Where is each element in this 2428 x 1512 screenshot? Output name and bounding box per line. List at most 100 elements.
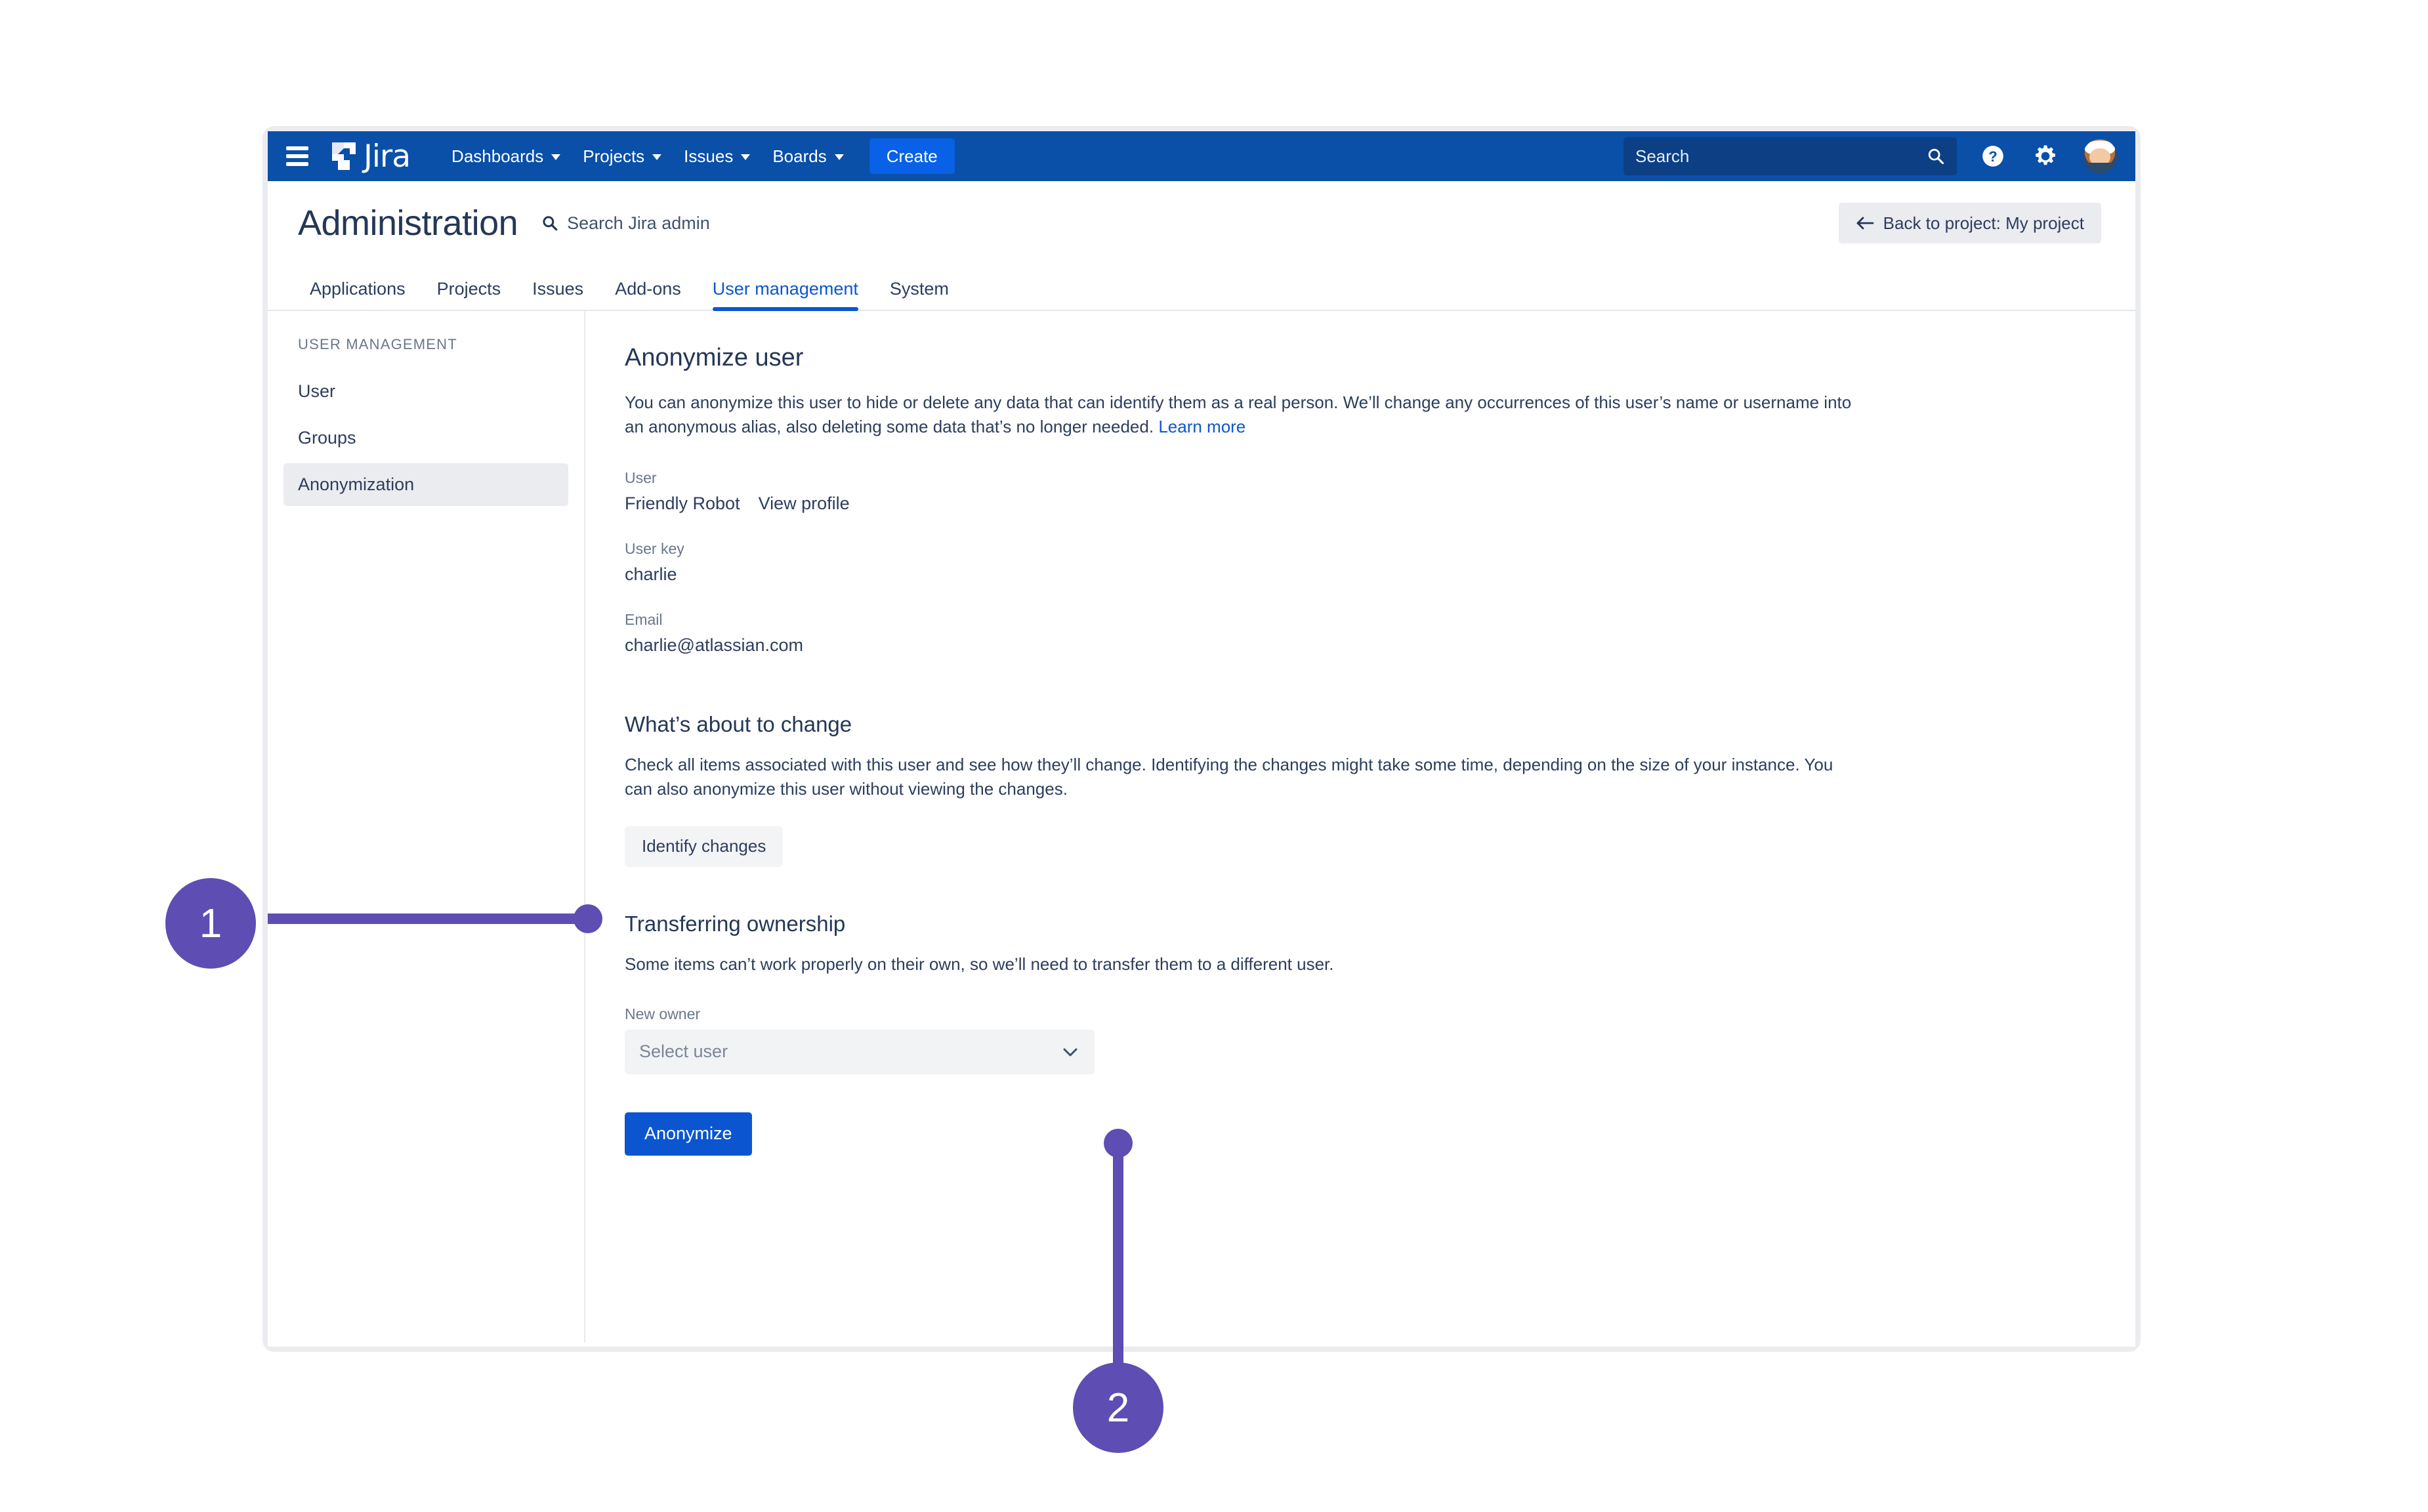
user-field-label: User bbox=[625, 469, 657, 486]
chevron-down-icon bbox=[652, 154, 662, 160]
back-to-project-button[interactable]: Back to project: My project bbox=[1838, 203, 2101, 243]
transfer-section-title: Transferring ownership bbox=[625, 911, 846, 936]
annotation-badge-1-number: 1 bbox=[199, 900, 222, 946]
annotation-dot-2 bbox=[1104, 1129, 1133, 1158]
browser-viewport: Jira Dashboards Projects Issues Boards C… bbox=[268, 131, 2135, 1347]
settings-button[interactable] bbox=[2029, 140, 2062, 173]
hamburger-menu-icon[interactable] bbox=[286, 146, 308, 166]
browser-window-frame: Jira Dashboards Projects Issues Boards C… bbox=[262, 126, 2141, 1352]
administration-header: Administration Search Jira admin Back to… bbox=[268, 181, 2135, 265]
nav-item-issues[interactable]: Issues bbox=[673, 139, 761, 173]
tab-system-label: System bbox=[889, 279, 949, 299]
tab-issues-label: Issues bbox=[532, 279, 584, 299]
main-content: Anonymize user You can anonymize this us… bbox=[585, 311, 2135, 1343]
avatar[interactable] bbox=[2082, 138, 2118, 175]
tab-applications[interactable]: Applications bbox=[298, 279, 417, 310]
nav-item-issues-label: Issues bbox=[684, 146, 734, 166]
anonymize-button-label: Anonymize bbox=[644, 1124, 732, 1144]
nav-item-dashboards[interactable]: Dashboards bbox=[440, 139, 572, 173]
admin-sidebar: USER MANAGEMENT User Groups Anonymizatio… bbox=[268, 311, 585, 1343]
email-label: Email bbox=[625, 610, 663, 628]
global-search-input[interactable]: Search bbox=[1623, 137, 1957, 175]
identify-changes-button[interactable]: Identify changes bbox=[625, 826, 784, 867]
admin-search-placeholder: Search Jira admin bbox=[567, 213, 710, 233]
new-owner-label: New owner bbox=[625, 1005, 701, 1022]
intro-paragraph: You can anonymize this user to hide or d… bbox=[625, 390, 1865, 439]
view-profile-link[interactable]: View profile bbox=[759, 494, 850, 514]
identify-changes-label: Identify changes bbox=[642, 836, 766, 856]
annotation-dot-1 bbox=[574, 904, 602, 933]
jira-logo-icon bbox=[332, 142, 356, 170]
svg-text:?: ? bbox=[1988, 148, 1998, 165]
global-nav-right-actions: Search ? bbox=[1623, 137, 2118, 175]
chevron-down-icon bbox=[741, 154, 751, 160]
anonymize-button[interactable]: Anonymize bbox=[625, 1112, 752, 1156]
search-icon bbox=[543, 216, 558, 231]
email-value: charlie@atlassian.com bbox=[625, 635, 804, 655]
annotation-badge-2-number: 2 bbox=[1106, 1385, 1130, 1431]
tab-issues[interactable]: Issues bbox=[520, 279, 595, 310]
back-to-project-label: Back to project: My project bbox=[1883, 213, 2084, 233]
create-button[interactable]: Create bbox=[869, 138, 955, 174]
user-key-value: charlie bbox=[625, 564, 677, 584]
tab-applications-label: Applications bbox=[310, 279, 406, 299]
admin-search-input[interactable]: Search Jira admin bbox=[541, 213, 710, 234]
global-navigation-bar: Jira Dashboards Projects Issues Boards C… bbox=[268, 131, 2135, 181]
user-key-field: User key charlie bbox=[625, 540, 2096, 585]
user-name-value: Friendly Robot bbox=[625, 493, 740, 513]
arrow-left-icon bbox=[1856, 217, 1874, 230]
nav-item-projects[interactable]: Projects bbox=[572, 139, 673, 173]
annotation-badge-2: 2 bbox=[1073, 1362, 1163, 1453]
jira-logo[interactable]: Jira bbox=[331, 138, 411, 175]
chevron-down-icon bbox=[834, 154, 844, 160]
annotation-line-2 bbox=[1113, 1143, 1123, 1386]
help-button[interactable]: ? bbox=[1977, 140, 2009, 173]
page-title: Administration bbox=[298, 203, 518, 243]
user-key-label: User key bbox=[625, 539, 684, 557]
tab-add-ons-label: Add-ons bbox=[615, 279, 681, 299]
sidebar-item-user-label: User bbox=[298, 381, 336, 401]
sidebar-item-user[interactable]: User bbox=[283, 370, 568, 413]
sidebar-section-heading: USER MANAGEMENT bbox=[298, 336, 457, 352]
chevron-down-icon bbox=[1063, 1048, 1078, 1057]
annotation-badge-1: 1 bbox=[165, 878, 256, 969]
create-button-label: Create bbox=[886, 146, 938, 166]
nav-item-projects-label: Projects bbox=[583, 146, 645, 166]
annotation-line-1 bbox=[268, 914, 589, 924]
jira-brand-text: Jira bbox=[364, 138, 411, 175]
tab-projects[interactable]: Projects bbox=[425, 279, 513, 310]
sidebar-item-groups-label: Groups bbox=[298, 428, 356, 448]
search-icon bbox=[1928, 148, 1944, 165]
tab-projects-label: Projects bbox=[436, 279, 501, 299]
new-owner-field: New owner Select user bbox=[625, 1005, 2096, 1074]
chevron-down-icon bbox=[551, 154, 561, 160]
user-field: User Friendly Robot View profile bbox=[625, 469, 2096, 514]
sidebar-item-anonymization[interactable]: Anonymization bbox=[283, 463, 568, 506]
content-title: Anonymize user bbox=[625, 344, 804, 371]
changes-section-text: Check all items associated with this use… bbox=[625, 754, 1833, 799]
new-owner-select[interactable]: Select user bbox=[625, 1029, 1095, 1074]
admin-tab-bar: Applications Projects Issues Add-ons Use… bbox=[268, 265, 2135, 311]
nav-item-boards[interactable]: Boards bbox=[761, 139, 854, 173]
tab-add-ons[interactable]: Add-ons bbox=[603, 279, 693, 310]
gear-icon bbox=[2036, 145, 2055, 165]
tab-user-management[interactable]: User management bbox=[701, 279, 870, 311]
sidebar-item-groups[interactable]: Groups bbox=[283, 417, 568, 459]
anonymize-row: Anonymize bbox=[625, 1112, 2096, 1156]
learn-more-link[interactable]: Learn more bbox=[1158, 417, 1245, 436]
email-field: Email charlie@atlassian.com bbox=[625, 611, 2096, 656]
sidebar-item-anonymization-label: Anonymization bbox=[298, 474, 415, 494]
avatar-body bbox=[2083, 163, 2117, 173]
identify-changes-row: Identify changes bbox=[625, 826, 2096, 867]
user-field-value-row: Friendly Robot View profile bbox=[625, 494, 2096, 514]
tab-user-management-label: User management bbox=[712, 279, 858, 299]
transfer-section-text: Some items can’t work properly on their … bbox=[625, 954, 1334, 974]
tab-system[interactable]: System bbox=[878, 279, 961, 310]
help-circle-icon: ? bbox=[1982, 146, 2003, 167]
nav-item-dashboards-label: Dashboards bbox=[451, 146, 544, 166]
new-owner-placeholder: Select user bbox=[639, 1041, 728, 1062]
nav-item-boards-label: Boards bbox=[772, 146, 827, 166]
global-search-placeholder: Search bbox=[1635, 146, 1690, 166]
changes-section-title: What’s about to change bbox=[625, 711, 852, 736]
admin-body: USER MANAGEMENT User Groups Anonymizatio… bbox=[268, 311, 2135, 1343]
